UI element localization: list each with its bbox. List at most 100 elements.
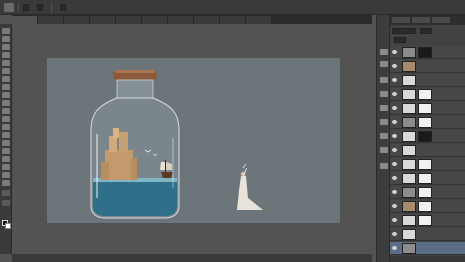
adjustments-panel-icon[interactable] [380, 77, 388, 83]
document-tab[interactable] [246, 16, 272, 24]
fill-row [392, 36, 463, 44]
healing-brush-tool-icon[interactable] [2, 76, 10, 82]
document-tab[interactable] [194, 16, 220, 24]
document-tab[interactable] [220, 16, 246, 24]
paragraph-panel-icon[interactable] [380, 105, 388, 111]
layer-thumbnail [402, 131, 416, 142]
layer-mask-thumbnail[interactable] [418, 103, 432, 114]
libraries-panel-icon[interactable] [380, 163, 388, 169]
visibility-eye-icon[interactable] [392, 134, 397, 138]
dodge-tool-icon[interactable] [2, 132, 10, 138]
option-field-1[interactable] [23, 3, 29, 11]
document-tab-active[interactable] [12, 16, 38, 24]
visibility-eye-icon[interactable] [392, 64, 397, 68]
tab-channels[interactable] [412, 17, 430, 23]
opacity-input[interactable] [420, 28, 432, 34]
layer-row[interactable] [390, 130, 465, 143]
edit-toolbar-icon[interactable] [2, 200, 10, 206]
visibility-eye-icon[interactable] [392, 120, 397, 124]
layer-row[interactable] [390, 200, 465, 213]
gradient-tool-icon[interactable] [2, 116, 10, 122]
visibility-eye-icon[interactable] [392, 148, 397, 152]
layer-mask-thumbnail[interactable] [418, 187, 432, 198]
visibility-eye-icon[interactable] [392, 190, 397, 194]
swatches-panel-icon[interactable] [380, 133, 388, 139]
properties-panel-icon[interactable] [380, 61, 388, 67]
layer-mask-thumbnail[interactable] [418, 173, 432, 184]
zoom-tool-icon[interactable] [2, 180, 10, 186]
layer-mask-thumbnail[interactable] [418, 89, 432, 100]
layer-row[interactable] [390, 144, 465, 157]
layer-mask-thumbnail[interactable] [418, 215, 432, 226]
layer-mask-thumbnail[interactable] [418, 201, 432, 212]
clone-stamp-tool-icon[interactable] [2, 92, 10, 98]
layer-mask-thumbnail[interactable] [418, 131, 432, 142]
layer-row[interactable] [390, 46, 465, 59]
layer-row[interactable] [390, 102, 465, 115]
document-tab[interactable] [38, 16, 64, 24]
option-field-3[interactable] [60, 3, 66, 11]
fill-input[interactable] [394, 37, 406, 43]
history-panel-icon[interactable] [380, 49, 388, 55]
layer-row[interactable] [390, 186, 465, 199]
layer-mask-thumbnail[interactable] [418, 47, 432, 58]
layer-thumbnail [402, 47, 416, 58]
lasso-tool-icon[interactable] [2, 44, 10, 50]
eraser-tool-icon[interactable] [2, 108, 10, 114]
layer-mask-thumbnail[interactable] [418, 159, 432, 170]
blend-mode-select[interactable] [392, 28, 416, 34]
option-field-2[interactable] [37, 3, 43, 11]
visibility-eye-icon[interactable] [392, 78, 397, 82]
visibility-eye-icon[interactable] [392, 50, 397, 54]
history-brush-tool-icon[interactable] [2, 100, 10, 106]
type-tool-icon[interactable] [2, 148, 10, 154]
document-tab[interactable] [90, 16, 116, 24]
visibility-eye-icon[interactable] [392, 92, 397, 96]
crop-tool-icon[interactable] [2, 60, 10, 66]
layer-row[interactable] [390, 214, 465, 227]
document-tab[interactable] [142, 16, 168, 24]
layer-row[interactable] [390, 60, 465, 73]
document-tabs [12, 15, 372, 24]
document-canvas[interactable] [47, 58, 340, 223]
visibility-eye-icon[interactable] [392, 106, 397, 110]
visibility-eye-icon[interactable] [392, 162, 397, 166]
document-tab[interactable] [64, 16, 90, 24]
layer-row[interactable] [390, 158, 465, 171]
visibility-eye-icon[interactable] [392, 232, 397, 236]
brush-panel-icon[interactable] [380, 119, 388, 125]
background-color-swatch[interactable] [5, 223, 11, 229]
pen-tool-icon[interactable] [2, 140, 10, 146]
layer-row[interactable] [390, 228, 465, 241]
document-tab[interactable] [116, 16, 142, 24]
tab-paths[interactable] [432, 17, 450, 23]
layer-thumbnail [402, 89, 416, 100]
more-tools-icon[interactable] [2, 190, 10, 196]
layer-row[interactable] [390, 88, 465, 101]
tab-layers[interactable] [392, 17, 410, 23]
visibility-eye-icon[interactable] [392, 204, 397, 208]
hand-tool-icon[interactable] [2, 172, 10, 178]
move-tool-icon[interactable] [2, 28, 10, 34]
layer-mask-thumbnail[interactable] [418, 117, 432, 128]
path-select-tool-icon[interactable] [2, 156, 10, 162]
blur-tool-icon[interactable] [2, 124, 10, 130]
tools-panel [0, 24, 12, 254]
visibility-eye-icon[interactable] [392, 246, 397, 250]
visibility-eye-icon[interactable] [392, 218, 397, 222]
current-tool-icon[interactable] [4, 2, 14, 12]
layer-thumbnail [402, 145, 416, 156]
visibility-eye-icon[interactable] [392, 176, 397, 180]
shape-tool-icon[interactable] [2, 164, 10, 170]
layer-row-selected[interactable] [390, 242, 465, 255]
eyedropper-tool-icon[interactable] [2, 68, 10, 74]
document-tab[interactable] [168, 16, 194, 24]
tool-presets-panel-icon[interactable] [380, 147, 388, 153]
layer-row[interactable] [390, 172, 465, 185]
layer-row[interactable] [390, 74, 465, 87]
character-panel-icon[interactable] [380, 91, 388, 97]
layer-row[interactable] [390, 116, 465, 129]
marquee-tool-icon[interactable] [2, 36, 10, 42]
brush-tool-icon[interactable] [2, 84, 10, 90]
quick-select-tool-icon[interactable] [2, 52, 10, 58]
